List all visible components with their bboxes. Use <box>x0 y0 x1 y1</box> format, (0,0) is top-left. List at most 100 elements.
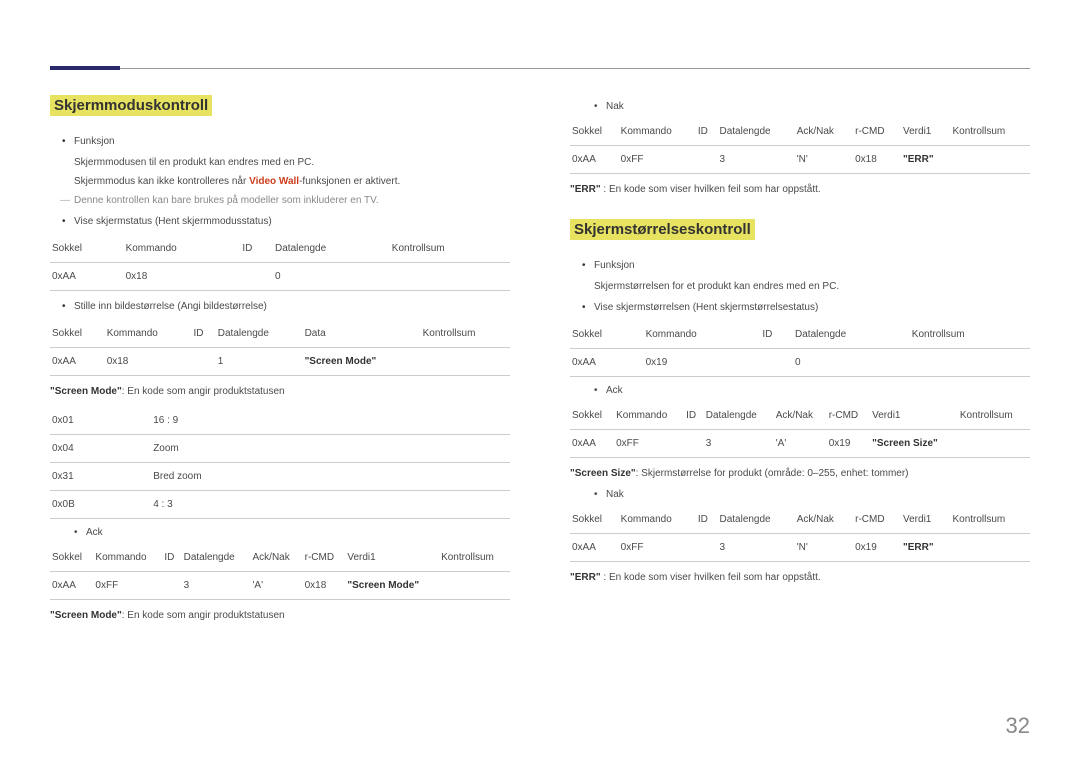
th: Kontrollsum <box>950 118 1030 146</box>
table-row: 0x0B 4 : 3 <box>50 491 510 519</box>
th: Verdi1 <box>870 402 958 430</box>
table-row: 0xAA 0xFF 3 'A' 0x19 "Screen Size" <box>570 430 1030 458</box>
screen-mode-text: : En kode som angir produktstatusen <box>122 386 285 397</box>
td: 'A' <box>251 572 303 600</box>
td: 3 <box>717 534 794 562</box>
th: Datalengde <box>717 506 794 534</box>
table-row: 0xAA 0x19 0 <box>570 349 1030 377</box>
err-key-2: "ERR" <box>570 572 601 583</box>
td: 'N' <box>795 534 853 562</box>
err-desc: "ERR" : En kode som viser hvilken feil s… <box>570 182 1030 197</box>
th: Kommando <box>93 544 162 572</box>
table-row: Sokkel Kommando ID Datalengde Ack/Nak r-… <box>50 544 510 572</box>
td <box>421 348 510 376</box>
th: ID <box>162 544 181 572</box>
td: 0x18 <box>853 146 901 174</box>
td: 3 <box>704 430 774 458</box>
td: 0xAA <box>570 430 614 458</box>
table-row: Sokkel Kommando ID Datalengde Ack/Nak r-… <box>570 402 1030 430</box>
th: Ack/Nak <box>795 506 853 534</box>
horizontal-rule <box>50 68 1030 69</box>
th: Kontrollsum <box>950 506 1030 534</box>
th: Kontrollsum <box>421 320 510 348</box>
screen-mode-text-2: : En kode som angir produktstatusen <box>122 610 285 621</box>
th: Datalengde <box>182 544 251 572</box>
err-text: : En kode som viser hvilken feil som har… <box>601 184 821 195</box>
td: 0xAA <box>50 572 93 600</box>
table-row: Sokkel Kommando ID Datalengde Ack/Nak r-… <box>570 118 1030 146</box>
err-key: "ERR" <box>570 184 601 195</box>
err-desc-2: "ERR" : En kode som viser hvilken feil s… <box>570 570 1030 585</box>
td: "ERR" <box>901 146 950 174</box>
td: 4 : 3 <box>151 491 510 519</box>
bullet-view-size: Vise skjermstørrelsen (Hent skjermstørre… <box>570 300 1030 315</box>
th: Verdi1 <box>901 118 950 146</box>
table-row: Sokkel Kommando ID Datalengde Kontrollsu… <box>570 321 1030 349</box>
td: 0xAA <box>570 349 644 377</box>
th: Datalengde <box>704 402 774 430</box>
td: 0xAA <box>570 534 619 562</box>
td <box>760 349 793 377</box>
note-line: Denne kontrollen kan bare brukes på mode… <box>50 193 510 208</box>
table-ack: Sokkel Kommando ID Datalengde Ack/Nak r-… <box>50 544 510 600</box>
th: Sokkel <box>570 506 619 534</box>
th: ID <box>240 235 273 263</box>
table-row: Sokkel Kommando ID Datalengde Data Kontr… <box>50 320 510 348</box>
th: Datalengde <box>717 118 794 146</box>
table-row: 0xAA 0x18 0 <box>50 263 510 291</box>
td: "Screen Mode" <box>303 348 421 376</box>
td <box>684 430 704 458</box>
rule-accent <box>50 66 120 70</box>
bullet-set-size: Stille inn bildestørrelse (Angi bildestø… <box>50 299 510 314</box>
td: 0x18 <box>124 263 241 291</box>
screen-mode-key: "Screen Mode" <box>50 386 122 397</box>
th: ID <box>696 118 718 146</box>
func-line-2a: Skjermmodus kan ikke kontrolleres når <box>74 176 249 187</box>
table-view-size: Sokkel Kommando ID Datalengde Kontrollsu… <box>570 321 1030 377</box>
td: 3 <box>717 146 794 174</box>
th: r-CMD <box>827 402 870 430</box>
td: 0xAA <box>50 348 105 376</box>
table-row: 0xAA 0xFF 3 'N' 0x18 "ERR" <box>570 146 1030 174</box>
th: Ack/Nak <box>795 118 853 146</box>
table-row: 0x04 Zoom <box>50 435 510 463</box>
td: 0x01 <box>50 407 151 435</box>
td: 0x31 <box>50 463 151 491</box>
bullet-ack: Ack <box>50 527 510 538</box>
th: Sokkel <box>50 235 124 263</box>
th: Kontrollsum <box>910 321 1030 349</box>
table-row: 0xAA 0x18 1 "Screen Mode" <box>50 348 510 376</box>
th: Kommando <box>614 402 684 430</box>
td: Zoom <box>151 435 510 463</box>
table-row: 0xAA 0xFF 3 'N' 0x19 "ERR" <box>570 534 1030 562</box>
section-title-right: Skjermstørrelseskontroll <box>570 219 755 240</box>
th: Verdi1 <box>901 506 950 534</box>
td <box>958 430 1030 458</box>
func-label-r: Funksjon <box>594 260 635 271</box>
td: 0xFF <box>619 146 696 174</box>
table-set-size: Sokkel Kommando ID Datalengde Data Kontr… <box>50 320 510 376</box>
screen-size-key: "Screen Size" <box>570 468 636 479</box>
th: Sokkel <box>50 544 93 572</box>
td <box>390 263 510 291</box>
bullet-funksjon-r: Funksjon <box>570 258 1030 273</box>
td: 0xAA <box>570 146 619 174</box>
th: Sokkel <box>570 402 614 430</box>
th: Ack/Nak <box>251 544 303 572</box>
td: 0x0B <box>50 491 151 519</box>
th: ID <box>696 506 718 534</box>
right-column: Nak Sokkel Kommando ID Datalengde Ack/Na… <box>570 95 1030 631</box>
td: 16 : 9 <box>151 407 510 435</box>
th: Sokkel <box>570 321 644 349</box>
th: Kommando <box>619 118 696 146</box>
bullet-funksjon: Funksjon <box>50 134 510 149</box>
th: r-CMD <box>853 506 901 534</box>
th: r-CMD <box>853 118 901 146</box>
td: 0xFF <box>93 572 162 600</box>
td <box>162 572 181 600</box>
th: Verdi1 <box>345 544 439 572</box>
func-line-1: Skjermmodusen til en produkt kan endres … <box>50 155 510 170</box>
td <box>696 534 718 562</box>
td: 0xFF <box>614 430 684 458</box>
table-row: 0xAA 0xFF 3 'A' 0x18 "Screen Mode" <box>50 572 510 600</box>
